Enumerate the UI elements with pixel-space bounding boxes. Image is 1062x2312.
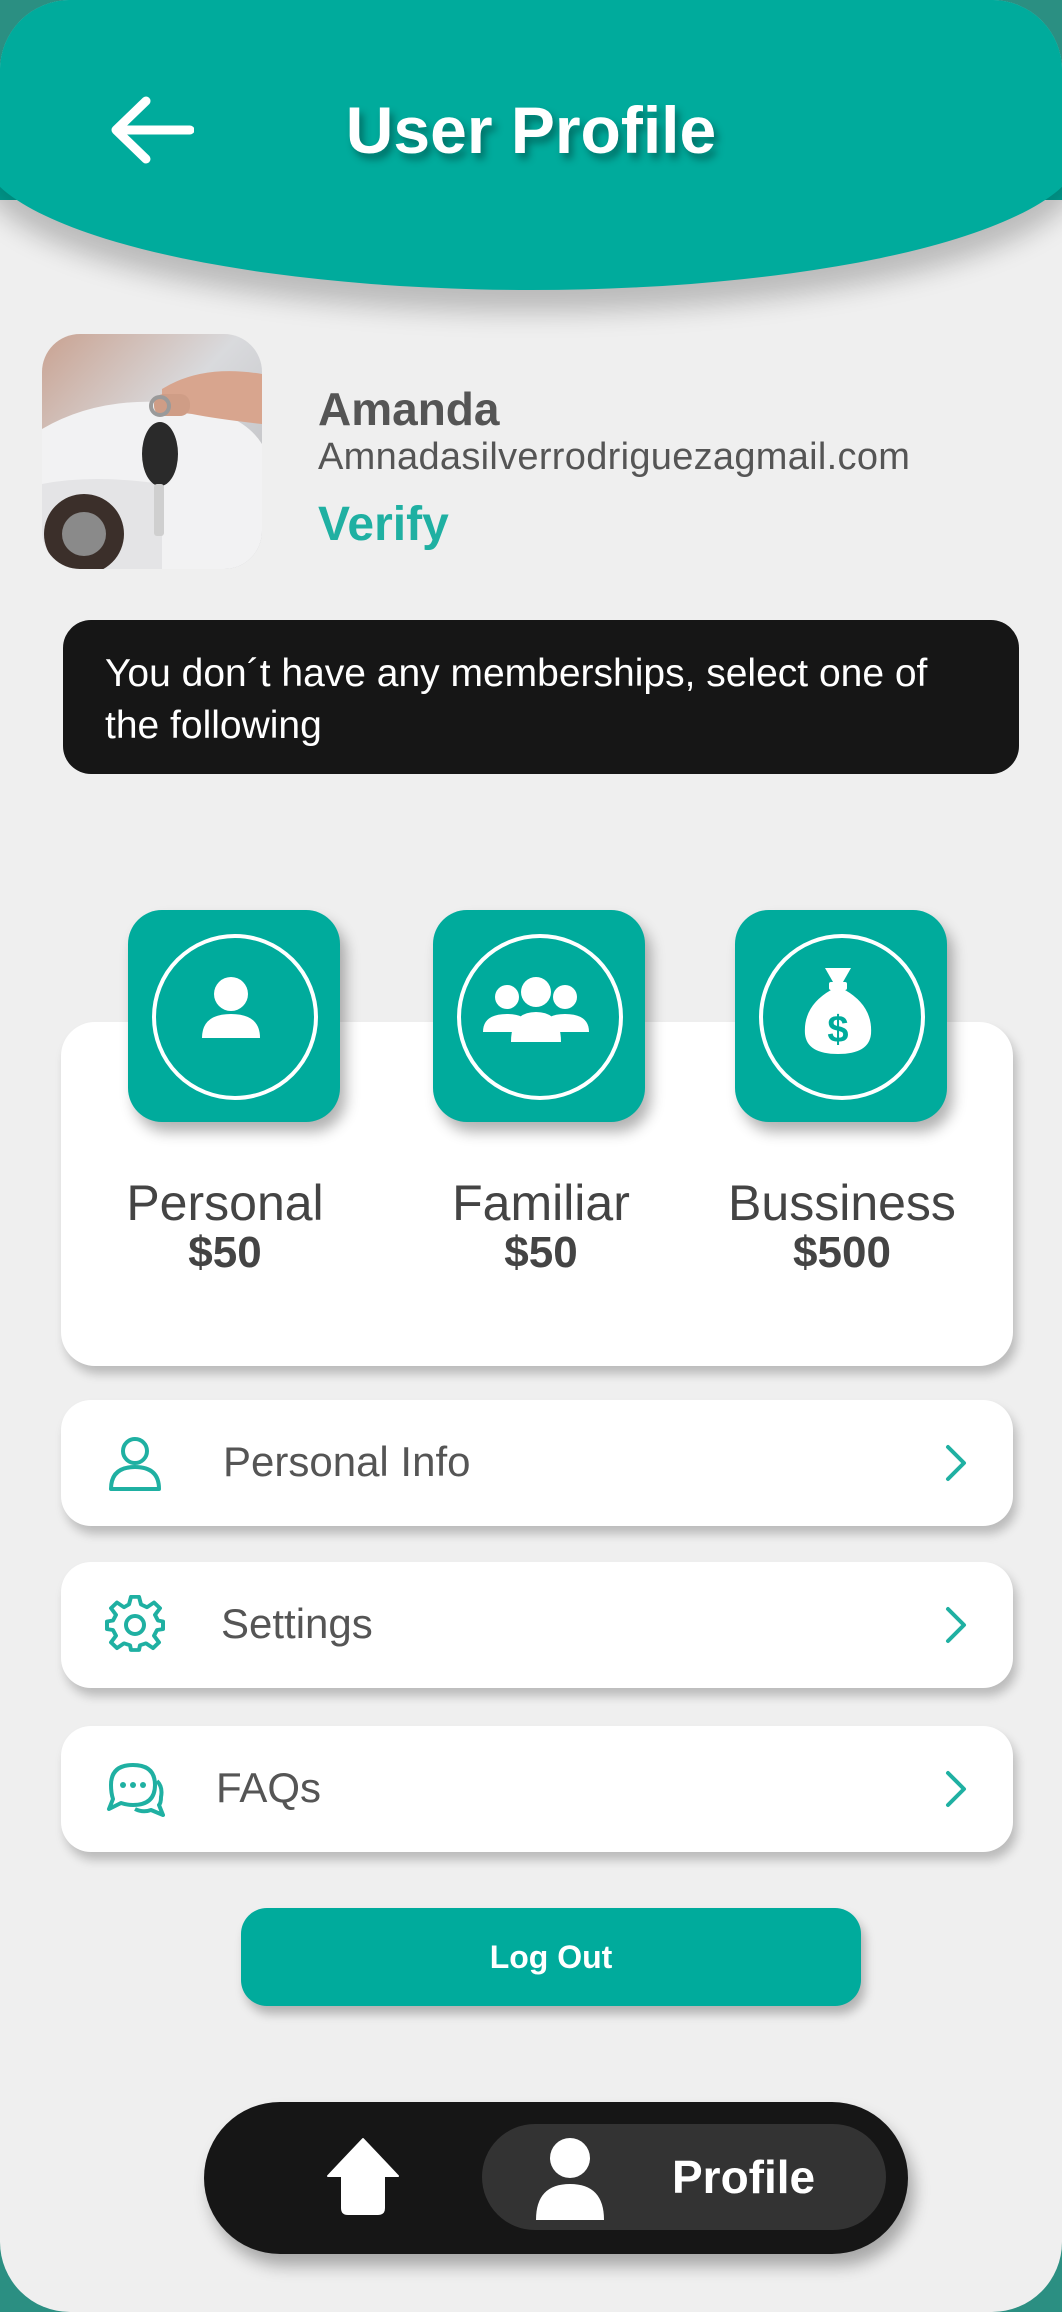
nav-home[interactable] (326, 2136, 400, 2216)
phone-screen: User Profile Amanda Amnadasilverrodrigue… (0, 0, 1062, 2312)
page-title: User Profile (345, 93, 717, 167)
user-email: Amnadasilverrodriguezagmail.com (318, 436, 911, 478)
menu-personal-info[interactable]: Personal Info (61, 1400, 1013, 1526)
gear-icon (105, 1595, 165, 1652)
nav-profile-label: Profile (672, 2151, 816, 2203)
bottom-nav: Profile (204, 2102, 908, 2254)
nav-profile[interactable]: Profile (482, 2124, 886, 2230)
plan-personal[interactable]: Personal $50 (60, 910, 390, 1280)
chevron-right-icon (946, 1445, 966, 1481)
plan-familiar[interactable]: Familiar $50 (376, 910, 706, 1280)
logout-button[interactable]: Log Out (241, 1908, 861, 2006)
chat-bubbles-icon (107, 1763, 165, 1817)
plan-name: Personal (126, 1175, 324, 1231)
avatar (42, 334, 262, 569)
plan-price: $50 (504, 1228, 578, 1277)
menu-label: Personal Info (223, 1438, 471, 1485)
menu-settings[interactable]: Settings (61, 1562, 1013, 1688)
menu-label: Settings (221, 1600, 373, 1647)
person-icon (536, 2138, 604, 2220)
plan-name: Familiar (452, 1175, 630, 1231)
plan-personal-tile (128, 910, 340, 1122)
user-name: Amanda (318, 383, 500, 435)
home-icon (327, 2138, 399, 2215)
plan-name: Bussiness (728, 1175, 956, 1231)
plan-price: $500 (793, 1228, 891, 1277)
plan-price: $50 (188, 1228, 262, 1277)
plan-business[interactable]: $ Bussiness $500 (677, 910, 1007, 1280)
person-icon (202, 977, 260, 1038)
membership-notice: You don´t have any memberships, select o… (63, 620, 1019, 774)
menu-label: FAQs (216, 1764, 322, 1811)
svg-text:$: $ (827, 1009, 848, 1051)
chevron-right-icon (946, 1607, 966, 1643)
chevron-right-icon (946, 1771, 966, 1807)
plan-business-tile: $ (735, 910, 947, 1122)
group-icon (483, 977, 589, 1042)
user-outline-icon (109, 1437, 161, 1491)
plan-familiar-tile (433, 910, 645, 1122)
menu-faqs[interactable]: FAQs (61, 1726, 1013, 1852)
money-bag-icon: $ (804, 968, 872, 1054)
verify-link[interactable]: Verify (318, 497, 449, 552)
